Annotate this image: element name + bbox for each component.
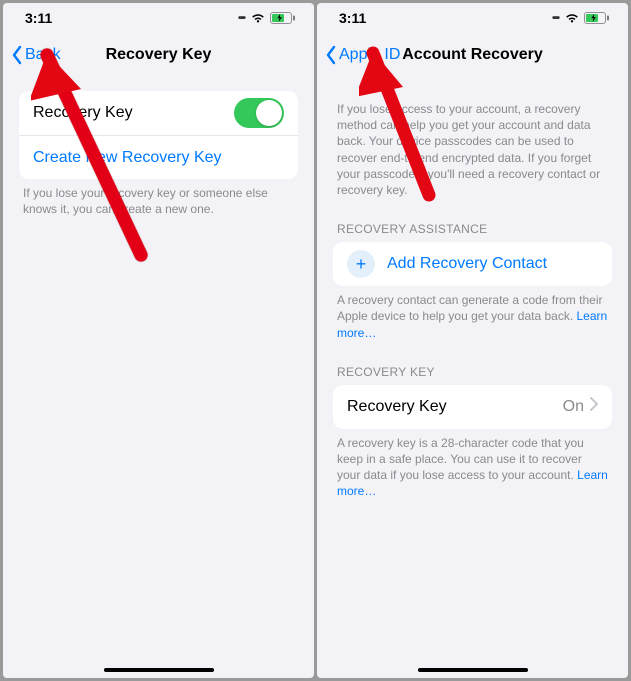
cellular-icon: ••••	[552, 13, 558, 24]
back-button[interactable]: Apple ID	[325, 45, 400, 65]
assistance-footer: A recovery contact can generate a code f…	[333, 286, 612, 341]
footer-text: A recovery contact can generate a code f…	[337, 293, 602, 323]
battery-icon	[584, 12, 610, 24]
back-button-label: Apple ID	[339, 46, 400, 64]
toggle-knob	[256, 100, 282, 126]
home-indicator[interactable]	[104, 668, 214, 672]
back-button[interactable]: Back	[11, 45, 61, 65]
recovery-key-group: Recovery Key Create New Recovery Key	[19, 91, 298, 179]
content: If you lose access to your account, a re…	[317, 77, 628, 678]
chevron-right-icon	[590, 397, 598, 416]
row-link-label: Add Recovery Contact	[387, 255, 598, 273]
home-indicator[interactable]	[418, 668, 528, 672]
row-label: Recovery Key	[33, 104, 234, 122]
status-bar: 3:11 ••••	[317, 3, 628, 33]
footer-text: A recovery key is a 28-character code th…	[337, 436, 584, 482]
status-time: 3:11	[25, 10, 52, 26]
content: Recovery Key Create New Recovery Key If …	[3, 77, 314, 678]
status-right: ••••	[552, 12, 610, 24]
recovery-key-group: Recovery Key On	[333, 385, 612, 429]
back-button-label: Back	[25, 46, 61, 64]
chevron-left-icon	[325, 45, 337, 65]
recovery-key-row[interactable]: Recovery Key	[19, 91, 298, 135]
status-time: 3:11	[339, 10, 366, 26]
nav-bar: Apple ID Account Recovery	[317, 33, 628, 77]
wifi-icon	[250, 12, 266, 24]
section-header-assistance: RECOVERY ASSISTANCE	[333, 222, 612, 242]
row-label: Recovery Key	[347, 398, 563, 416]
status-bar: 3:11 ••••	[3, 3, 314, 33]
phone-right: 3:11 •••• Apple ID Account Recovery If y…	[317, 3, 628, 678]
status-right: ••••	[238, 12, 296, 24]
create-new-recovery-key-row[interactable]: Create New Recovery Key	[19, 135, 298, 179]
nav-bar: Back Recovery Key	[3, 33, 314, 77]
intro-text: If you lose access to your account, a re…	[333, 101, 612, 198]
wifi-icon	[564, 12, 580, 24]
row-value: On	[563, 398, 584, 416]
group-footer: If you lose your recovery key or someone…	[19, 179, 298, 217]
section-header-key: RECOVERY KEY	[333, 365, 612, 385]
assistance-group: + Add Recovery Contact	[333, 242, 612, 286]
row-link-label: Create New Recovery Key	[33, 149, 284, 167]
cellular-icon: ••••	[238, 13, 244, 24]
chevron-left-icon	[11, 45, 23, 65]
recovery-key-toggle[interactable]	[234, 98, 284, 128]
phone-left: 3:11 •••• Back Recovery Key Recovery Key	[3, 3, 314, 678]
battery-icon	[270, 12, 296, 24]
plus-icon: +	[347, 250, 375, 278]
add-recovery-contact-row[interactable]: + Add Recovery Contact	[333, 242, 612, 286]
key-footer: A recovery key is a 28-character code th…	[333, 429, 612, 500]
recovery-key-row[interactable]: Recovery Key On	[333, 385, 612, 429]
